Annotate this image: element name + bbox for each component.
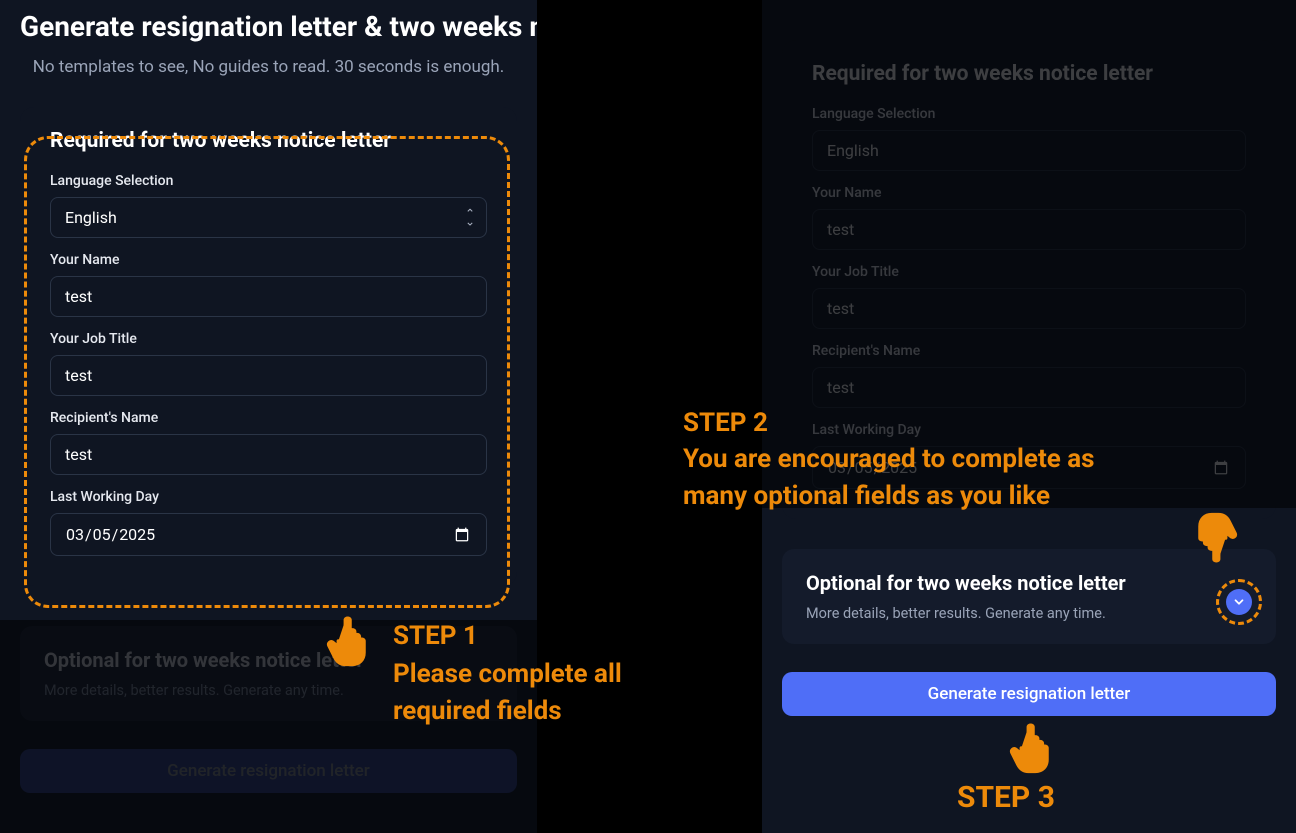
language-select-wrap-right: English xyxy=(812,130,1246,171)
jobtitle-field-group-right: Your Job Title xyxy=(812,264,1246,329)
recipient-input[interactable] xyxy=(50,434,487,475)
generate-button-right[interactable]: Generate resignation letter xyxy=(782,672,1276,716)
page-subtitle: No templates to see, No guides to read. … xyxy=(0,43,537,77)
left-panel: Generate resignation letter & two weeks … xyxy=(0,0,537,833)
jobtitle-field-group: Your Job Title xyxy=(50,331,487,396)
name-label-right: Your Name xyxy=(812,185,1246,201)
jobtitle-label-right: Your Job Title xyxy=(812,264,1246,280)
required-title-right: Required for two weeks notice letter xyxy=(812,62,1246,86)
optional-subtitle-left: More details, better results. Generate a… xyxy=(44,682,493,699)
optional-card-left[interactable]: Optional for two weeks notice letter Mor… xyxy=(20,626,517,721)
name-input-right[interactable] xyxy=(812,209,1246,250)
lastday-label: Last Working Day xyxy=(50,489,487,505)
recipient-label: Recipient's Name xyxy=(50,410,487,426)
required-title: Required for two weeks notice letter xyxy=(50,129,487,153)
recipient-field-group: Recipient's Name xyxy=(50,410,487,475)
recipient-field-group-right: Recipient's Name xyxy=(812,343,1246,408)
language-label: Language Selection xyxy=(50,173,487,189)
name-input[interactable] xyxy=(50,276,487,317)
recipient-input-right[interactable] xyxy=(812,367,1246,408)
jobtitle-input[interactable] xyxy=(50,355,487,396)
name-label: Your Name xyxy=(50,252,487,268)
required-form-card-right: Required for two weeks notice letter Lan… xyxy=(782,40,1276,519)
language-field-group-right: Language Selection English xyxy=(812,106,1246,171)
right-panel: Required for two weeks notice letter Lan… xyxy=(762,0,1296,833)
optional-title-left: Optional for two weeks notice letter xyxy=(44,648,493,672)
optional-card-right[interactable]: Optional for two weeks notice letter Mor… xyxy=(782,549,1276,644)
lastday-input[interactable] xyxy=(50,513,487,556)
lastday-field-group-right: Last Working Day xyxy=(812,422,1246,489)
language-field-group: Language Selection English ⌃⌄ xyxy=(50,173,487,238)
chevron-down-icon[interactable] xyxy=(1226,589,1252,615)
recipient-label-right: Recipient's Name xyxy=(812,343,1246,359)
page-title: Generate resignation letter & two weeks … xyxy=(0,0,537,43)
optional-title-right: Optional for two weeks notice letter xyxy=(806,571,1252,595)
lastday-input-right[interactable] xyxy=(812,446,1246,489)
jobtitle-label: Your Job Title xyxy=(50,331,487,347)
name-field-group: Your Name xyxy=(50,252,487,317)
language-select-right[interactable]: English xyxy=(812,130,1246,171)
generate-button-left[interactable]: Generate resignation letter xyxy=(20,749,517,793)
lastday-field-group: Last Working Day xyxy=(50,489,487,556)
language-select[interactable]: English xyxy=(50,197,487,238)
name-field-group-right: Your Name xyxy=(812,185,1246,250)
optional-subtitle-right: More details, better results. Generate a… xyxy=(806,605,1252,622)
required-form-card: Required for two weeks notice letter Lan… xyxy=(20,107,517,586)
lastday-label-right: Last Working Day xyxy=(812,422,1246,438)
language-select-wrap: English ⌃⌄ xyxy=(50,197,487,238)
jobtitle-input-right[interactable] xyxy=(812,288,1246,329)
language-label-right: Language Selection xyxy=(812,106,1246,122)
